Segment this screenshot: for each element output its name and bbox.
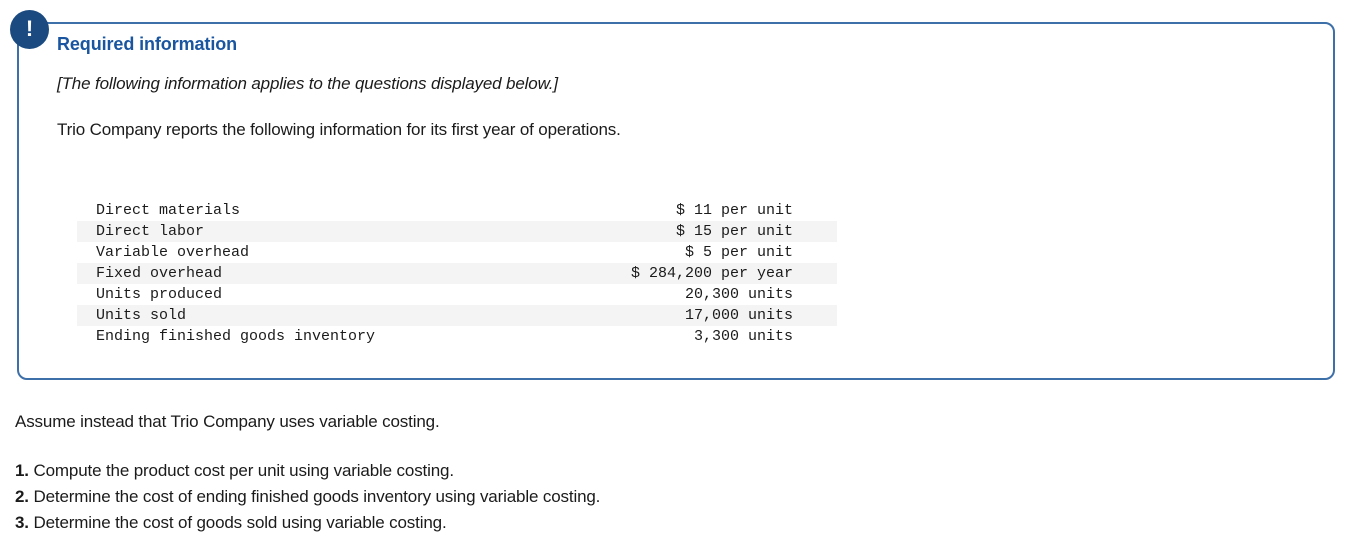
list-item: 2. Determine the cost of ending finished… — [15, 484, 1335, 510]
fact-label: Ending finished goods inventory — [96, 328, 376, 345]
fact-label: Units produced — [96, 286, 223, 303]
question-block: Assume instead that Trio Company uses va… — [15, 412, 1335, 536]
required-information-callout: ! Required information [The following in… — [0, 0, 1347, 400]
question-number: 2. — [15, 487, 29, 506]
fact-label: Direct materials — [96, 202, 241, 219]
question-number: 3. — [15, 513, 29, 532]
table-row: Units sold 17,000 units — [77, 305, 837, 326]
fact-value: $ 5 per unit — [684, 244, 793, 261]
table-row: Units produced 20,300 units — [77, 284, 837, 305]
fact-value: 20,300 units — [684, 286, 793, 303]
facts-table: Direct materials $ 11 per unit Direct la… — [77, 200, 837, 347]
table-row: Direct labor $ 15 per unit — [77, 221, 837, 242]
intro-statement: Trio Company reports the following infor… — [57, 120, 621, 139]
page-title: Required information — [57, 34, 238, 54]
fact-value: 17,000 units — [526, 305, 837, 326]
question-text: Determine the cost of ending finished go… — [28, 487, 601, 506]
fact-value: $ 284,200 per year — [526, 263, 837, 284]
question-text: Compute the product cost per unit using … — [28, 461, 454, 480]
table-row: Direct materials $ 11 per unit — [77, 200, 837, 221]
table-row: Fixed overhead $ 284,200 per year — [77, 263, 837, 284]
callout-content: Required information [The following info… — [57, 34, 1327, 140]
fact-label: Fixed overhead — [77, 263, 527, 284]
fact-value: 3,300 units — [693, 328, 793, 345]
list-item: 3. Determine the cost of goods sold usin… — [15, 510, 1335, 536]
question-number: 1. — [15, 461, 29, 480]
fact-label: Variable overhead — [96, 244, 250, 261]
fact-value: $ 15 per unit — [526, 221, 837, 242]
exclamation-glyph: ! — [25, 16, 34, 41]
table-row: Ending finished goods inventory 3,300 un… — [77, 326, 837, 347]
fact-label: Direct labor — [77, 221, 527, 242]
exclamation-icon: ! — [10, 10, 49, 49]
question-list: 1. Compute the product cost per unit usi… — [15, 432, 1335, 536]
table-row: Variable overhead $ 5 per unit — [77, 242, 837, 263]
fact-value: $ 11 per unit — [675, 202, 793, 219]
fact-label: Units sold — [77, 305, 527, 326]
facts-table-body: Direct materials $ 11 per unit Direct la… — [77, 200, 837, 347]
assume-statement: Assume instead that Trio Company uses va… — [15, 412, 440, 431]
question-text: Determine the cost of goods sold using v… — [28, 513, 447, 532]
applies-note: [The following information applies to th… — [57, 74, 558, 93]
list-item: 1. Compute the product cost per unit usi… — [15, 458, 1335, 484]
